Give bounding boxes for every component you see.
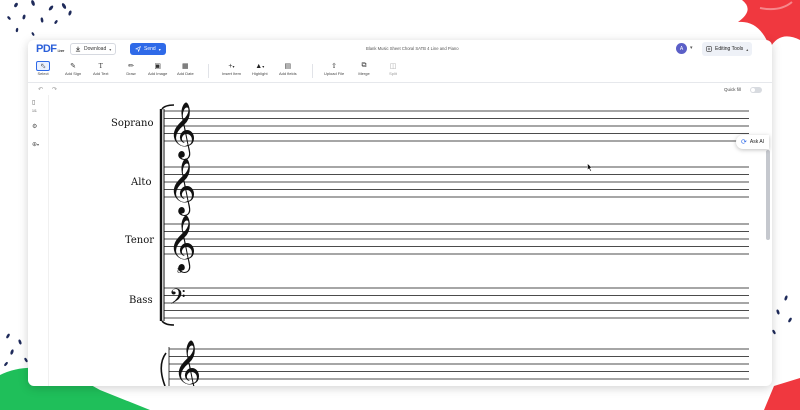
- draw-icon: ✏: [128, 63, 134, 70]
- send-icon: [135, 46, 141, 52]
- tool-draw[interactable]: ✏ Draw: [124, 61, 138, 76]
- refresh-icon: ⟳: [741, 139, 747, 146]
- zoom-icon[interactable]: ⊕▾: [32, 141, 39, 148]
- split-icon: ◫: [389, 63, 397, 70]
- tool-label: Add Date: [177, 71, 194, 76]
- staff-label: Bass: [129, 295, 153, 306]
- select-icon: ⬁: [36, 61, 50, 71]
- bass-clef-icon: 𝄢: [169, 285, 186, 315]
- staff-tenor: [164, 223, 749, 255]
- avatar[interactable]: A: [676, 43, 687, 54]
- staff-label: Soprano: [111, 118, 153, 129]
- tool-label: Draw: [126, 71, 136, 76]
- treble-clef-8vb-icon: 𝄞: [168, 215, 196, 273]
- staff-bass: [164, 287, 749, 319]
- send-label: Send: [144, 46, 156, 52]
- chevron-down-icon: ▾: [109, 46, 112, 52]
- treble-clef-icon: 𝄞: [173, 340, 201, 386]
- tool-insert-item[interactable]: + ▾ Insert Item: [222, 61, 241, 77]
- image-icon: ▣: [154, 63, 161, 70]
- merge-icon: ⧉: [361, 62, 367, 69]
- quick-fill-toggle[interactable]: [750, 87, 762, 93]
- page-count: 1/1: [32, 109, 37, 113]
- pages-icon[interactable]: ▯: [32, 99, 35, 106]
- staff-soprano: [164, 110, 749, 142]
- mouse-cursor-icon: [587, 163, 593, 172]
- treble-clef-icon: 𝄞: [168, 158, 196, 216]
- scrollbar-thumb[interactable]: [766, 150, 770, 240]
- tool-label: Select: [37, 71, 49, 76]
- music-sheet: Soprano 𝄞 Alto 𝄞 Tenor 𝄞 8 Bass 𝄢 𝄞: [111, 102, 749, 386]
- top-bar: PDFLiner Download ▾ Send ▾ Blank Music S…: [28, 40, 772, 59]
- editing-tools-label: Editing Tools: [715, 46, 744, 52]
- chevron-down-icon: ▾: [158, 46, 161, 52]
- decor-top-left: [7, 0, 72, 36]
- tool-add-date[interactable]: ▦ Add Date: [177, 61, 194, 76]
- tool-add-sign[interactable]: ✎ Add Sign: [65, 61, 81, 76]
- ask-ai-button[interactable]: ⟳ Ask AI: [736, 135, 770, 149]
- staff-label: Tenor: [125, 235, 154, 246]
- tool-label: Highlight: [252, 71, 268, 76]
- tool-add-image[interactable]: ▣ Add Image: [148, 61, 167, 76]
- tool-label: Add Text: [93, 71, 109, 76]
- undo-icon[interactable]: ↶: [38, 86, 43, 93]
- tool-select[interactable]: ⬁ Select: [36, 61, 50, 76]
- tool-merge[interactable]: ⧉ Merge: [357, 61, 371, 76]
- toolbar-divider: [208, 64, 209, 78]
- download-label: Download: [84, 46, 107, 52]
- chevron-up-icon: ▴: [746, 46, 749, 52]
- staff-label: Alto: [130, 177, 151, 188]
- download-icon: [75, 46, 81, 52]
- tool-add-text[interactable]: T Add Text: [93, 61, 109, 76]
- editing-tools-button[interactable]: Editing Tools ▴: [702, 42, 753, 56]
- tool-add-fields[interactable]: ▤ Add fields: [279, 61, 297, 76]
- document-page[interactable]: Soprano 𝄞 Alto 𝄞 Tenor 𝄞 8 Bass 𝄢 𝄞: [48, 95, 762, 386]
- logo-text: PDF: [36, 43, 57, 55]
- tool-label: Add Image: [148, 71, 168, 76]
- tool-label: Add Sign: [65, 71, 82, 76]
- document-title: Blank Music Sheet Choral SATB 4 Line and…: [366, 46, 459, 51]
- staff-alto: [164, 166, 749, 198]
- toolbar-divider: [312, 64, 313, 78]
- text-icon: T: [98, 62, 103, 70]
- octave-mark: 8: [177, 267, 181, 275]
- download-button[interactable]: Download ▾: [70, 43, 117, 55]
- tool-split[interactable]: ◫ Split: [386, 61, 400, 76]
- sub-bar: ↶ ↷ Quick fill: [28, 83, 772, 95]
- toolbar: ⬁ Select ✎ Add Sign T Add Text ✏ Draw ▣ Add I…: [28, 59, 772, 83]
- fields-icon: ▤: [284, 63, 292, 70]
- redo-icon[interactable]: ↷: [52, 86, 57, 93]
- treble-clef-icon: 𝄞: [168, 102, 196, 160]
- tool-label: Insert Item: [222, 71, 241, 76]
- left-panel: ▯ 1/1 ⚙ ⊕▾: [28, 95, 46, 386]
- tool-label: Merge: [358, 71, 370, 76]
- staff-piano: [169, 348, 749, 380]
- tools-icon: [706, 46, 712, 52]
- upload-icon: ⇧: [331, 63, 338, 70]
- chevron-down-icon[interactable]: ▾: [690, 45, 693, 51]
- plus-icon: + ▾: [228, 62, 235, 70]
- tool-upload-file[interactable]: ⇧ Upload File: [324, 61, 344, 76]
- tool-label: Upload File: [324, 71, 345, 76]
- tool-label: Split: [389, 71, 397, 76]
- tool-highlight[interactable]: ▲ ▾ Highlight: [252, 61, 268, 77]
- gear-icon[interactable]: ⚙: [32, 123, 37, 130]
- app-logo[interactable]: PDFLiner: [36, 43, 64, 55]
- send-button[interactable]: Send ▾: [130, 43, 166, 55]
- calendar-icon: ▦: [182, 63, 189, 70]
- app-window: PDFLiner Download ▾ Send ▾ Blank Music S…: [28, 40, 772, 386]
- sign-icon: ✎: [70, 63, 77, 70]
- logo-subtext: Liner: [57, 48, 65, 53]
- highlight-icon: ▲ ▾: [255, 62, 265, 70]
- quick-fill-label: Quick fill: [724, 87, 742, 92]
- ask-ai-label: Ask AI: [749, 139, 765, 145]
- tool-label: Add fields: [279, 71, 297, 76]
- piano-brace: [160, 352, 167, 386]
